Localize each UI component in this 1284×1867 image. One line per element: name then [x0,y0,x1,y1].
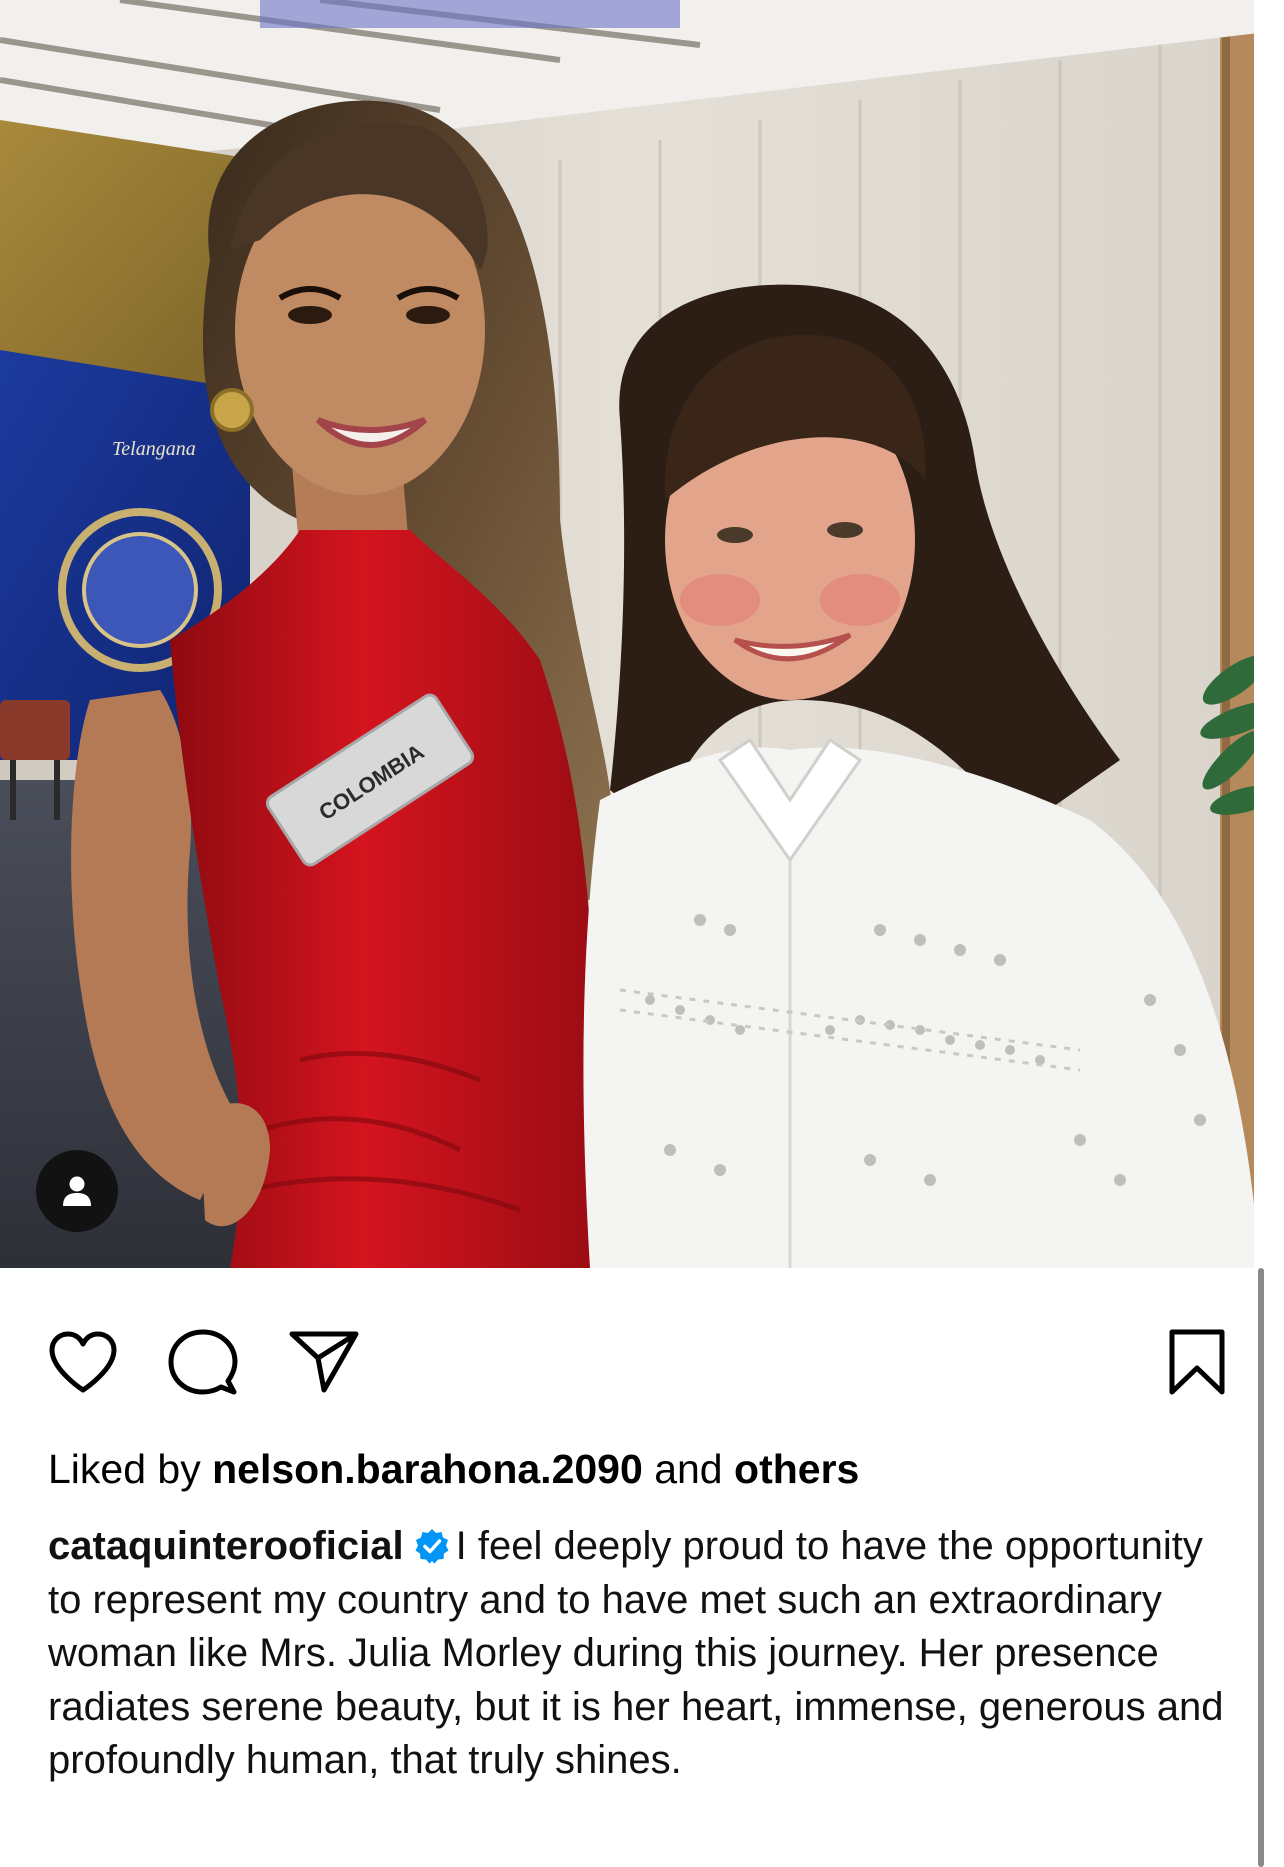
comment-bubble-icon[interactable] [168,1328,238,1398]
backdrop-text: Telangana [112,438,196,460]
likes-others-link[interactable]: others [734,1446,859,1492]
post-action-bar [0,1268,1254,1438]
liker-username-link[interactable]: nelson.barahona.2090 [212,1446,643,1492]
bookmark-outline-icon[interactable] [1168,1328,1226,1396]
post-photo[interactable]: Telangana COLOMBIA [0,0,1284,1268]
user-tag-button[interactable] [36,1150,118,1232]
paper-plane-icon[interactable] [288,1328,360,1394]
verified-badge-icon [415,1529,449,1564]
likes-summary: Liked by nelson.barahona.2090 and others [48,1443,1228,1495]
author-username-link[interactable]: cataquinterooficial [48,1524,404,1568]
likes-conjunction: and [654,1446,723,1492]
person-icon [63,1176,91,1206]
likes-prefix: Liked by [48,1446,201,1492]
scrollbar-thumb[interactable] [1258,1268,1264,1867]
heart-outline-icon[interactable] [48,1330,118,1394]
post-caption: cataquinterooficial I feel deeply proud … [48,1520,1244,1788]
post-photo-illustration: Telangana COLOMBIA [0,0,1284,1268]
